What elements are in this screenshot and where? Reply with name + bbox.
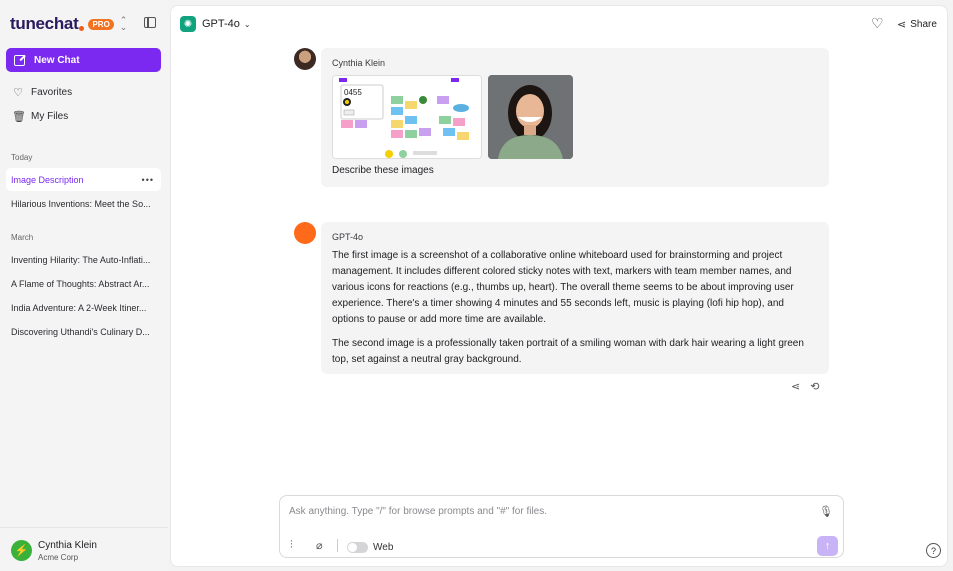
microphone-icon[interactable]: 🎙 [819, 505, 833, 518]
attach-file-icon[interactable]: ⌀ [316, 539, 323, 552]
message-body: The first image is a screenshot of a col… [332, 248, 818, 376]
share-button[interactable]: ⋖ Share [897, 18, 937, 31]
model-name: GPT-4o [202, 18, 240, 30]
chat-history-item[interactable]: Inventing Hilarity: The Auto-Inflati... [6, 248, 161, 271]
timer-text: 0455 [344, 88, 362, 97]
chat-history-item[interactable]: Discovering Uthandi's Culinary D... [6, 320, 161, 343]
sidebar-item-favorites[interactable]: ♡ Favorites [12, 86, 72, 99]
sidebar-item-label: My Files [31, 111, 69, 122]
whiteboard-screenshot-attachment[interactable]: 0455 [332, 75, 482, 159]
user-name: Cynthia Klein [38, 540, 97, 551]
brand-logo: tunechat [10, 14, 79, 33]
share-icon[interactable]: ⋖ [791, 380, 800, 393]
workspace-switch-icon[interactable]: ⌃ ⌄ [120, 16, 128, 32]
share-label: Share [910, 19, 937, 30]
brand-dot-icon [79, 25, 85, 31]
sidebar-collapse-icon[interactable] [144, 17, 156, 28]
message-sender: GPT-4o [332, 232, 364, 242]
new-chat-button[interactable]: New Chat [6, 48, 161, 72]
model-selector[interactable]: ✺ GPT-4o ⌄ [180, 16, 251, 32]
more-options-icon[interactable]: ••• [142, 175, 154, 185]
sidebar-item-label: Favorites [31, 87, 73, 98]
message-text: Describe these images [332, 165, 434, 176]
audio-waveform-icon[interactable]: ⫶ [290, 539, 293, 552]
message-actions: ⋖ ⟲ [791, 380, 819, 393]
message-paragraph: The first image is a screenshot of a col… [332, 250, 794, 325]
favorite-icon[interactable]: ♡ [871, 15, 884, 32]
chat-history-item[interactable]: A Flame of Thoughts: Abstract Ar... [6, 272, 161, 295]
chat-title: Inventing Hilarity: The Auto-Inflati... [11, 254, 151, 265]
web-toggle-label: Web [373, 542, 394, 553]
sidebar: tunechat PRO ⌃ ⌄ New Chat ♡ Favorites 🗑 M… [0, 0, 168, 571]
chat-title: Image Description [11, 174, 84, 185]
new-chat-label: New Chat [34, 54, 80, 66]
user-avatar [294, 48, 316, 70]
message-input[interactable] [289, 506, 809, 517]
share-icon: ⋖ [897, 19, 907, 31]
chevron-down-icon: ⌄ [243, 19, 251, 29]
divider [337, 539, 338, 552]
chat-panel: ✺ GPT-4o ⌄ ♡ ⋖ Share Cynthia Klein 0455 [170, 5, 948, 567]
send-button[interactable]: ↑ [817, 536, 838, 556]
assistant-message: GPT-4o The first image is a screenshot o… [321, 222, 829, 374]
avatar: ⚡ [11, 540, 32, 561]
portrait-photo-attachment[interactable] [488, 75, 573, 159]
heart-icon: ♡ [13, 87, 23, 99]
chat-title: Discovering Uthandi's Culinary D... [11, 326, 150, 337]
chat-history-item[interactable]: Image Description ••• [6, 168, 161, 191]
chat-title: Hilarious Inventions: Meet the So... [11, 198, 151, 209]
user-message: Cynthia Klein 0455 Describe these images [321, 48, 829, 187]
chat-title: India Adventure: A 2-Week Itiner... [11, 302, 147, 313]
openai-icon: ✺ [180, 16, 196, 32]
edit-icon [14, 54, 25, 66]
sidebar-item-my-files[interactable]: 🗑 My Files [12, 110, 68, 123]
chat-title: A Flame of Thoughts: Abstract Ar... [11, 278, 150, 289]
assistant-avatar [294, 222, 316, 244]
files-icon: 🗑 [12, 111, 26, 123]
section-label-march: March [11, 233, 34, 242]
chat-history-item[interactable]: India Adventure: A 2-Week Itiner... [6, 296, 161, 319]
web-search-toggle[interactable] [347, 542, 368, 553]
brand[interactable]: tunechat PRO ⌃ ⌄ [10, 14, 127, 34]
regenerate-icon[interactable]: ⟲ [810, 380, 819, 393]
help-button[interactable]: ? [926, 543, 941, 558]
message-sender: Cynthia Klein [332, 58, 386, 68]
chat-history-item[interactable]: Hilarious Inventions: Meet the So... [6, 192, 161, 215]
composer: 🎙 ⫶ ⌀ Web ↑ [279, 495, 844, 558]
user-org: Acme Corp [38, 553, 79, 562]
section-label-today: Today [11, 153, 33, 162]
pro-badge: PRO [88, 18, 114, 30]
user-profile[interactable]: ⚡ Cynthia Klein Acme Corp [0, 527, 168, 571]
message-paragraph: The second image is a professionally tak… [332, 338, 804, 365]
